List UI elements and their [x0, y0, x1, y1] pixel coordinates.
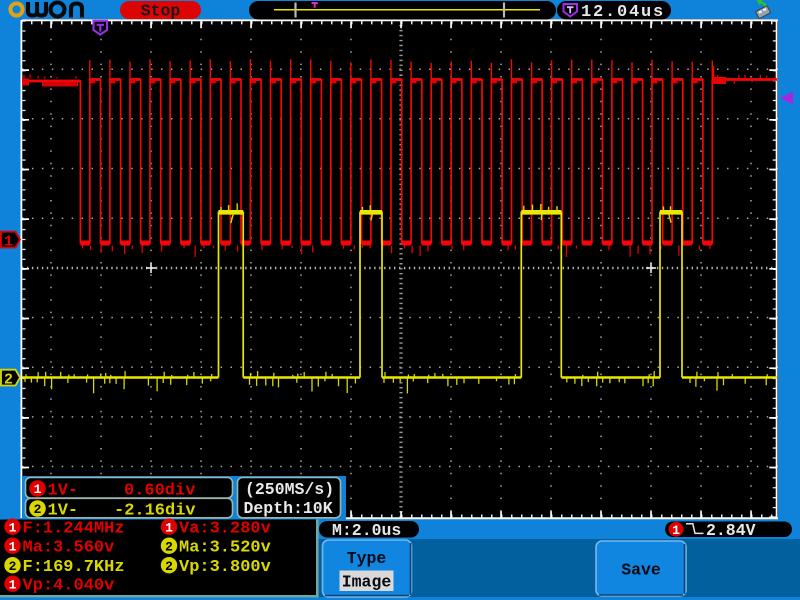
svg-text:1: 1	[9, 520, 17, 535]
svg-text:-2.16div: -2.16div	[114, 502, 196, 521]
svg-text:Stop: Stop	[141, 2, 181, 21]
svg-text:2: 2	[165, 559, 173, 574]
svg-text:1: 1	[9, 577, 17, 592]
svg-text:2.84V: 2.84V	[706, 521, 756, 540]
svg-text:M:2.0us: M:2.0us	[332, 521, 401, 540]
svg-text:1: 1	[672, 523, 680, 538]
svg-text:2: 2	[9, 559, 17, 574]
svg-text:1: 1	[165, 520, 173, 535]
svg-text:Depth:10K: Depth:10K	[244, 499, 333, 518]
svg-text:Type: Type	[347, 549, 387, 568]
svg-text:2: 2	[165, 539, 173, 554]
svg-text:1: 1	[4, 233, 13, 250]
svg-text:Ma:3.560v: Ma:3.560v	[23, 539, 115, 558]
svg-text:Vp:4.040v: Vp:4.040v	[23, 577, 115, 596]
svg-text:12.04us: 12.04us	[581, 3, 665, 22]
svg-text:(250MS/s): (250MS/s)	[245, 480, 334, 499]
svg-text:0.60div: 0.60div	[124, 482, 195, 501]
svg-text:1: 1	[9, 539, 17, 554]
svg-text:2: 2	[34, 502, 42, 517]
svg-text:Image: Image	[342, 573, 392, 592]
svg-text:Vp:3.800v: Vp:3.800v	[179, 558, 271, 577]
svg-text:Ma:3.520v: Ma:3.520v	[179, 539, 271, 558]
svg-text:Va:3.280v: Va:3.280v	[179, 520, 271, 539]
svg-text:F:169.7KHz: F:169.7KHz	[23, 558, 125, 577]
svg-text:Save: Save	[621, 561, 661, 580]
svg-text:1V-: 1V-	[48, 482, 79, 501]
svg-text:1: 1	[34, 482, 42, 497]
svg-text:F:1.244MHz: F:1.244MHz	[23, 520, 125, 539]
svg-text:2: 2	[4, 371, 13, 388]
svg-text:1V-: 1V-	[48, 502, 79, 521]
